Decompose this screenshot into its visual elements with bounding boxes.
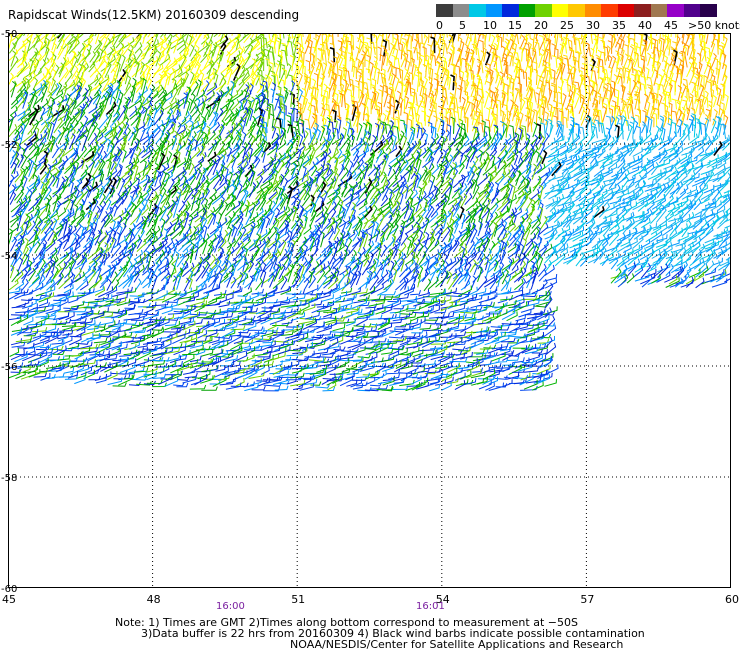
- pass-time-label: 16:00: [216, 601, 245, 612]
- product-title: Rapidscat Winds(12.5KM) 20160309 descend…: [8, 8, 300, 22]
- legend-swatch: [601, 4, 618, 17]
- longitude-label: 45: [2, 593, 16, 606]
- legend-swatch: [667, 4, 684, 17]
- legend-swatch: [584, 4, 601, 17]
- color-scale-bar: [436, 4, 736, 17]
- legend-label: 35: [612, 19, 626, 32]
- note-line-3: NOAA/NESDIS/Center for Satellite Applica…: [290, 638, 624, 651]
- legend-swatch: [535, 4, 552, 17]
- color-scale-labels: 0 5 10 15 20 25 30 35 40 45 >50 knots: [436, 17, 740, 32]
- page: Rapidscat Winds(12.5KM) 20160309 descend…: [0, 0, 740, 651]
- pass-time-label: 16:01: [416, 601, 445, 612]
- longitude-label: 54: [436, 593, 450, 606]
- wind-barb-map: [8, 33, 731, 588]
- legend-swatch: [650, 4, 667, 17]
- legend-label: 0: [436, 19, 443, 32]
- legend-label: 5: [459, 19, 466, 32]
- wind-speed-legend: 0 5 10 15 20 25 30 35 40 45 >50 knots: [436, 4, 740, 32]
- legend-label: 20: [534, 19, 548, 32]
- longitude-label: 48: [147, 593, 161, 606]
- legend-swatch: [485, 4, 502, 17]
- legend-swatch: [617, 4, 634, 17]
- legend-label: 10: [483, 19, 497, 32]
- legend-swatch: [634, 4, 651, 17]
- legend-swatch: [551, 4, 568, 17]
- legend-swatch: [469, 4, 486, 17]
- longitude-label: 60: [725, 593, 739, 606]
- wind-barbs-layer: [8, 33, 731, 392]
- legend-swatch: [436, 4, 453, 17]
- legend-swatch: [700, 4, 717, 17]
- legend-label: 15: [508, 19, 522, 32]
- legend-swatch: [452, 4, 469, 17]
- legend-swatch: [518, 4, 535, 17]
- legend-swatch: [502, 4, 519, 17]
- legend-swatch: [568, 4, 585, 17]
- legend-swatch: [683, 4, 700, 17]
- legend-label: 30: [586, 19, 600, 32]
- legend-label: 40: [638, 19, 652, 32]
- longitude-label: 51: [291, 593, 305, 606]
- legend-label: 45: [664, 19, 678, 32]
- legend-label: >50 knots: [688, 19, 740, 32]
- longitude-label: 57: [580, 593, 594, 606]
- legend-label: 25: [560, 19, 574, 32]
